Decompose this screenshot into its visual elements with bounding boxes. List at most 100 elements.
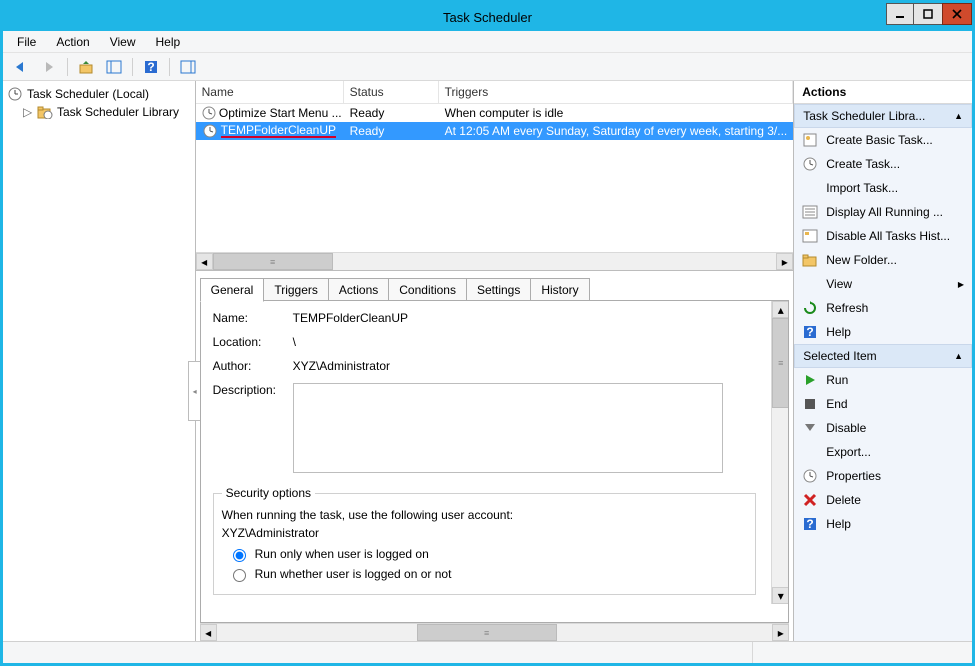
action-create-basic-task[interactable]: Create Basic Task... <box>794 128 972 152</box>
action-delete[interactable]: Delete <box>794 488 972 512</box>
svg-text:?: ? <box>807 325 814 339</box>
detail-hscroll-thumb[interactable]: ≡ <box>417 624 557 641</box>
detail-hscroll-left[interactable]: ◂ <box>200 624 217 641</box>
task-row-tempfolder[interactable]: TEMPFolderCleanUP Ready At 12:05 AM ever… <box>196 122 794 140</box>
menu-action[interactable]: Action <box>48 33 97 51</box>
folder-icon <box>802 252 818 268</box>
row-name: TEMPFolderCleanUP <box>221 124 336 138</box>
properties-icon <box>802 468 818 484</box>
task-row-optimize[interactable]: Optimize Start Menu ... Ready When compu… <box>196 104 794 122</box>
tab-actions[interactable]: Actions <box>328 278 389 302</box>
refresh-icon <box>802 300 818 316</box>
vscroll-down[interactable]: ▾ <box>772 587 789 604</box>
detail-hscroll[interactable]: ◂ ≡ ▸ <box>200 623 790 641</box>
value-location: \ <box>293 335 757 349</box>
action-create-task[interactable]: Create Task... <box>794 152 972 176</box>
delete-icon <box>802 492 818 508</box>
radio-logged-on-or-not-label: Run whether user is logged on or not <box>255 567 452 581</box>
actions-pane: Actions Task Scheduler Libra... ▲ Create… <box>794 81 972 641</box>
menu-help[interactable]: Help <box>148 33 189 51</box>
minimize-button[interactable] <box>886 3 914 25</box>
actions-section-library[interactable]: Task Scheduler Libra... ▲ <box>794 104 972 128</box>
tab-general[interactable]: General <box>200 278 265 302</box>
action-properties[interactable]: Properties <box>794 464 972 488</box>
flyout-icon: ▶ <box>958 280 964 289</box>
action-new-folder[interactable]: New Folder... <box>794 248 972 272</box>
show-hide-tree-button[interactable] <box>102 56 126 78</box>
list-hscroll[interactable]: ◂ ≡ ▸ <box>196 252 794 270</box>
show-actions-button[interactable] <box>176 56 200 78</box>
history-icon <box>802 228 818 244</box>
tree-pane: Task Scheduler (Local) ▷ Task Scheduler … <box>3 81 196 641</box>
vscroll-up[interactable]: ▴ <box>772 301 789 318</box>
action-help2[interactable]: ? Help <box>794 512 972 536</box>
play-icon <box>802 372 818 388</box>
action-disable-history[interactable]: Disable All Tasks Hist... <box>794 224 972 248</box>
tab-settings[interactable]: Settings <box>466 278 531 302</box>
vscroll-track[interactable]: ≡ <box>772 318 788 587</box>
col-header-name[interactable]: Name <box>196 81 344 103</box>
description-textarea[interactable] <box>293 383 723 473</box>
hscroll-right[interactable]: ▸ <box>776 253 793 270</box>
tab-body: Name: TEMPFolderCleanUP Location: \ Auth… <box>200 300 790 623</box>
action-import-task[interactable]: Import Task... <box>794 176 972 200</box>
hscroll-left[interactable]: ◂ <box>196 253 213 270</box>
collapse-icon[interactable]: ▲ <box>954 351 963 361</box>
blank-icon <box>802 444 818 460</box>
action-disable[interactable]: Disable <box>794 416 972 440</box>
back-button[interactable] <box>9 56 33 78</box>
hscroll-track[interactable]: ≡ <box>213 253 777 270</box>
action-display-running[interactable]: Display All Running ... <box>794 200 972 224</box>
tree-root[interactable]: Task Scheduler (Local) <box>5 85 193 103</box>
action-view[interactable]: View ▶ <box>794 272 972 296</box>
tree-library-label: Task Scheduler Library <box>57 105 179 119</box>
toolbar-separator-2 <box>132 58 133 76</box>
collapse-icon[interactable]: ▲ <box>954 111 963 121</box>
svg-text:?: ? <box>147 60 154 74</box>
security-group: Security options When running the task, … <box>213 486 757 595</box>
detail-hscroll-right[interactable]: ▸ <box>772 624 789 641</box>
close-button[interactable] <box>942 3 972 25</box>
row-trigger: When computer is idle <box>441 106 792 120</box>
action-run[interactable]: Run <box>794 368 972 392</box>
up-folder-button[interactable] <box>74 56 98 78</box>
detail-hscroll-track[interactable]: ≡ <box>217 624 773 641</box>
actions-section-selected[interactable]: Selected Item ▲ <box>794 344 972 368</box>
action-label: Delete <box>826 493 964 507</box>
radio-logged-on[interactable] <box>233 549 246 562</box>
forward-button[interactable] <box>37 56 61 78</box>
action-export[interactable]: Export... <box>794 440 972 464</box>
action-end[interactable]: End <box>794 392 972 416</box>
title-bar[interactable]: Task Scheduler <box>3 3 972 31</box>
expand-icon[interactable]: ▷ <box>23 105 33 119</box>
vscroll-thumb[interactable]: ≡ <box>772 318 789 408</box>
tab-history[interactable]: History <box>530 278 589 302</box>
tree-root-label: Task Scheduler (Local) <box>27 87 149 101</box>
tab-triggers[interactable]: Triggers <box>263 278 329 302</box>
help-toolbar-button[interactable]: ? <box>139 56 163 78</box>
menu-file[interactable]: File <box>9 33 44 51</box>
action-label: Refresh <box>826 301 964 315</box>
action-help1[interactable]: ? Help <box>794 320 972 344</box>
action-label: Disable <box>826 421 964 435</box>
tree-child-library[interactable]: ▷ Task Scheduler Library <box>5 103 193 121</box>
action-label: Display All Running ... <box>826 205 964 219</box>
blank-icon <box>802 180 818 196</box>
value-name: TEMPFolderCleanUP <box>293 311 757 325</box>
radio-logged-on-or-not[interactable] <box>233 569 246 582</box>
detail-vscroll[interactable]: ▴ ≡ ▾ <box>771 301 788 604</box>
action-refresh[interactable]: Refresh <box>794 296 972 320</box>
menu-view[interactable]: View <box>102 33 144 51</box>
action-label: Disable All Tasks Hist... <box>826 229 964 243</box>
action-label: Help <box>826 517 964 531</box>
detail-pane: General Triggers Actions Conditions Sett… <box>196 271 794 641</box>
col-header-status[interactable]: Status <box>344 81 439 103</box>
maximize-button[interactable] <box>913 3 943 25</box>
col-header-triggers[interactable]: Triggers <box>439 81 794 103</box>
hscroll-thumb[interactable]: ≡ <box>213 253 333 270</box>
row-status: Ready <box>346 106 441 120</box>
tab-conditions[interactable]: Conditions <box>388 278 467 302</box>
clock-icon <box>802 156 818 172</box>
help-icon: ? <box>802 324 818 340</box>
toolbar: ? <box>3 53 972 81</box>
